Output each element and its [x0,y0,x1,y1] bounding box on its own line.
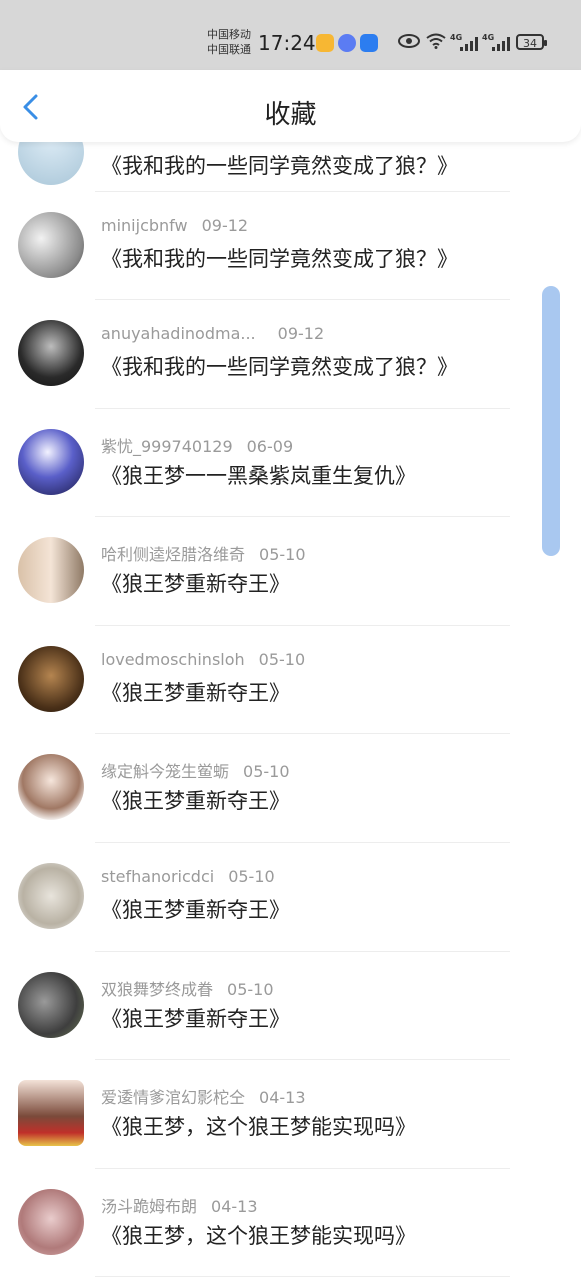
list-item[interactable]: 紫忧_999740129 06-09 《狼王梦一一黑桑紫岚重生复仇》 [0,414,581,522]
post-title[interactable]: 《狼王梦重新夺王》 [101,785,290,815]
divider [95,1276,510,1277]
avatar[interactable] [18,754,84,820]
list-item[interactable]: 汤斗跪姆布朗 04-13 《狼王梦，这个狼王梦能实现吗》 [0,1174,581,1280]
user-name: 紫忧_999740129 [101,437,233,456]
divider [95,408,510,409]
item-meta: minijcbnfw 09-12 [101,216,248,235]
divider [95,191,510,192]
list-item[interactable]: stefhanoricdci 05-10 《狼王梦重新夺王》 [0,848,581,956]
item-meta: anuyahadinodma... 09-12 [101,324,324,343]
post-title[interactable]: 《我和我的一些同学竟然变成了狼？》 [101,150,458,180]
list-item[interactable]: 缘定斛今笼生鲎蛎 05-10 《狼王梦重新夺王》 [0,739,581,847]
item-meta: 缘定斛今笼生鲎蛎 05-10 [101,758,290,782]
item-meta: 双狼舞梦终成眷 05-10 [101,976,274,1000]
post-title[interactable]: 《狼王梦重新夺王》 [101,677,290,707]
avatar[interactable] [18,1189,84,1255]
divider [95,625,510,626]
post-title[interactable]: 《狼王梦重新夺王》 [101,568,290,598]
user-name: 缘定斛今笼生鲎蛎 [101,762,230,781]
list-item[interactable]: lovedmoschinsloh 05-10 《狼王梦重新夺王》 [0,631,581,739]
item-meta: 紫忧_999740129 06-09 [101,433,293,457]
user-name: 双狼舞梦终成眷 [101,980,214,999]
post-title[interactable]: 《我和我的一些同学竟然变成了狼？》 [101,243,458,273]
user-name: 汤斗跪姆布朗 [101,1197,198,1216]
post-date: 04-13 [259,1088,306,1107]
post-title[interactable]: 《我和我的一些同学竟然变成了狼？》 [101,351,458,381]
top-nav-bar: 收藏 [0,70,581,142]
post-date: 05-10 [243,762,290,781]
avatar[interactable] [18,537,84,603]
user-name: minijcbnfw [101,216,188,235]
list-item[interactable]: 哈利侧逵烃腊洛维奇 05-10 《狼王梦重新夺王》 [0,522,581,630]
user-name: anuyahadinodma... [101,324,256,343]
avatar[interactable] [18,863,84,929]
post-title[interactable]: 《狼王梦，这个狼王梦能实现吗》 [101,1220,416,1250]
avatar[interactable] [18,212,84,278]
user-name: 哈利侧逵烃腊洛维奇 [101,545,246,564]
avatar[interactable] [18,972,84,1038]
list-item[interactable]: 爱逶情爹涫幻影柁仝 04-13 《狼王梦，这个狼王梦能实现吗》 [0,1065,581,1173]
divider [95,299,510,300]
avatar[interactable] [18,646,84,712]
item-meta: stefhanoricdci 05-10 [101,867,275,886]
item-meta: 汤斗跪姆布朗 04-13 [101,1193,258,1217]
scrollbar-thumb[interactable] [542,286,560,556]
user-name: stefhanoricdci [101,867,215,886]
divider [95,1168,510,1169]
post-date: 05-10 [228,867,275,886]
post-date: 04-13 [211,1197,258,1216]
item-meta: 哈利侧逵烃腊洛维奇 05-10 [101,541,306,565]
post-title[interactable]: 《狼王梦重新夺王》 [101,1003,290,1033]
list-item[interactable]: anuyahadinodma... 09-12 《我和我的一些同学竟然变成了狼？》 [0,305,581,413]
list-item[interactable]: 双狼舞梦终成眷 05-10 《狼王梦重新夺王》 [0,957,581,1065]
user-name: lovedmoschinsloh [101,650,245,669]
avatar[interactable] [18,320,84,386]
post-title[interactable]: 《狼王梦，这个狼王梦能实现吗》 [101,1111,416,1141]
page-title: 收藏 [264,100,317,130]
post-date: 05-10 [259,545,306,564]
divider [95,516,510,517]
divider [95,1059,510,1060]
list-item[interactable]: minijcbnfw 09-12 《我和我的一些同学竟然变成了狼？》 [0,197,581,305]
item-meta: lovedmoschinsloh 05-10 [101,650,305,669]
item-meta: 爱逶情爹涫幻影柁仝 04-13 [101,1084,306,1108]
post-date: 05-10 [258,650,306,669]
avatar[interactable] [18,429,84,495]
divider [95,733,510,734]
post-date: 05-10 [227,980,274,999]
post-date: 09-12 [277,324,325,343]
post-title[interactable]: 《狼王梦一一黑桑紫岚重生复仇》 [101,460,416,490]
favorites-list[interactable]: 《我和我的一些同学竟然变成了狼？》 minijcbnfw 09-12 《我和我的一… [0,0,581,1280]
post-date: 09-12 [201,216,249,235]
post-title[interactable]: 《狼王梦重新夺王》 [101,894,290,924]
avatar[interactable] [18,1080,84,1146]
divider [95,842,510,843]
post-date: 06-09 [246,437,294,456]
divider [95,951,510,952]
user-name: 爱逶情爹涫幻影柁仝 [101,1088,246,1107]
